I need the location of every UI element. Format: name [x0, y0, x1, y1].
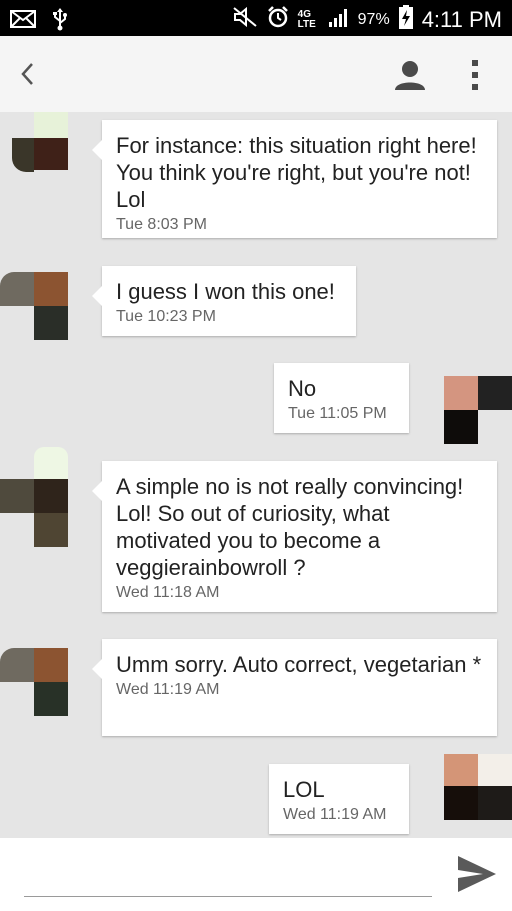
avatar[interactable]	[0, 447, 70, 551]
message-bubble[interactable]: For instance: this situation right here!…	[92, 120, 497, 238]
message-bubble[interactable]: I guess I won this one! Tue 10:23 PM	[92, 266, 356, 336]
message-text: Umm sorry. Auto correct, vegetarian *	[116, 652, 482, 677]
message-timestamp: Tue 10:23 PM	[116, 308, 216, 325]
back-arrow-icon[interactable]	[16, 60, 40, 88]
message-text: A simple no is not really convincing! Lo…	[116, 474, 464, 580]
mute-icon	[232, 6, 258, 33]
conversation-list[interactable]: For instance: this situation right here!…	[0, 112, 512, 838]
message-composer	[0, 838, 512, 911]
message-text: No	[288, 376, 317, 401]
message-timestamp: Wed 11:18 AM	[116, 584, 220, 601]
avatar[interactable]	[0, 272, 80, 342]
network-label: 4G LTE	[297, 8, 316, 30]
message-bubble[interactable]: No Tue 11:05 PM	[274, 363, 409, 433]
message-bubble[interactable]: LOL Wed 11:19 AM	[269, 764, 409, 834]
message-bubble[interactable]: A simple no is not really convincing! Lo…	[92, 461, 497, 612]
battery-charging-icon	[398, 4, 414, 35]
avatar[interactable]	[0, 112, 70, 174]
usb-icon	[52, 7, 68, 36]
battery-percentage: 97%	[357, 10, 390, 28]
clock: 4:11 PM	[421, 6, 502, 32]
app-bar	[0, 36, 512, 112]
message-text: For instance: this situation right here!…	[116, 133, 477, 212]
message-timestamp: Tue 11:05 PM	[288, 405, 387, 422]
signal-icon	[328, 6, 350, 33]
message-timestamp: Tue 8:03 PM	[116, 216, 208, 233]
avatar[interactable]	[444, 376, 512, 444]
avatar[interactable]	[0, 648, 70, 718]
contact-icon[interactable]	[393, 58, 427, 92]
message-bubble[interactable]: Umm sorry. Auto correct, vegetarian * We…	[92, 639, 497, 736]
send-icon[interactable]	[455, 852, 499, 896]
message-text: LOL	[283, 777, 325, 802]
status-bar: 4G LTE 97% 4:11 PM	[0, 0, 512, 36]
message-input[interactable]	[24, 848, 432, 897]
avatar[interactable]	[444, 750, 512, 822]
alarm-icon	[266, 5, 290, 34]
mail-icon	[10, 9, 36, 34]
message-text: I guess I won this one!	[116, 279, 335, 304]
message-timestamp: Wed 11:19 AM	[283, 806, 387, 823]
message-timestamp: Wed 11:19 AM	[116, 681, 220, 698]
overflow-menu-icon[interactable]	[465, 56, 485, 94]
